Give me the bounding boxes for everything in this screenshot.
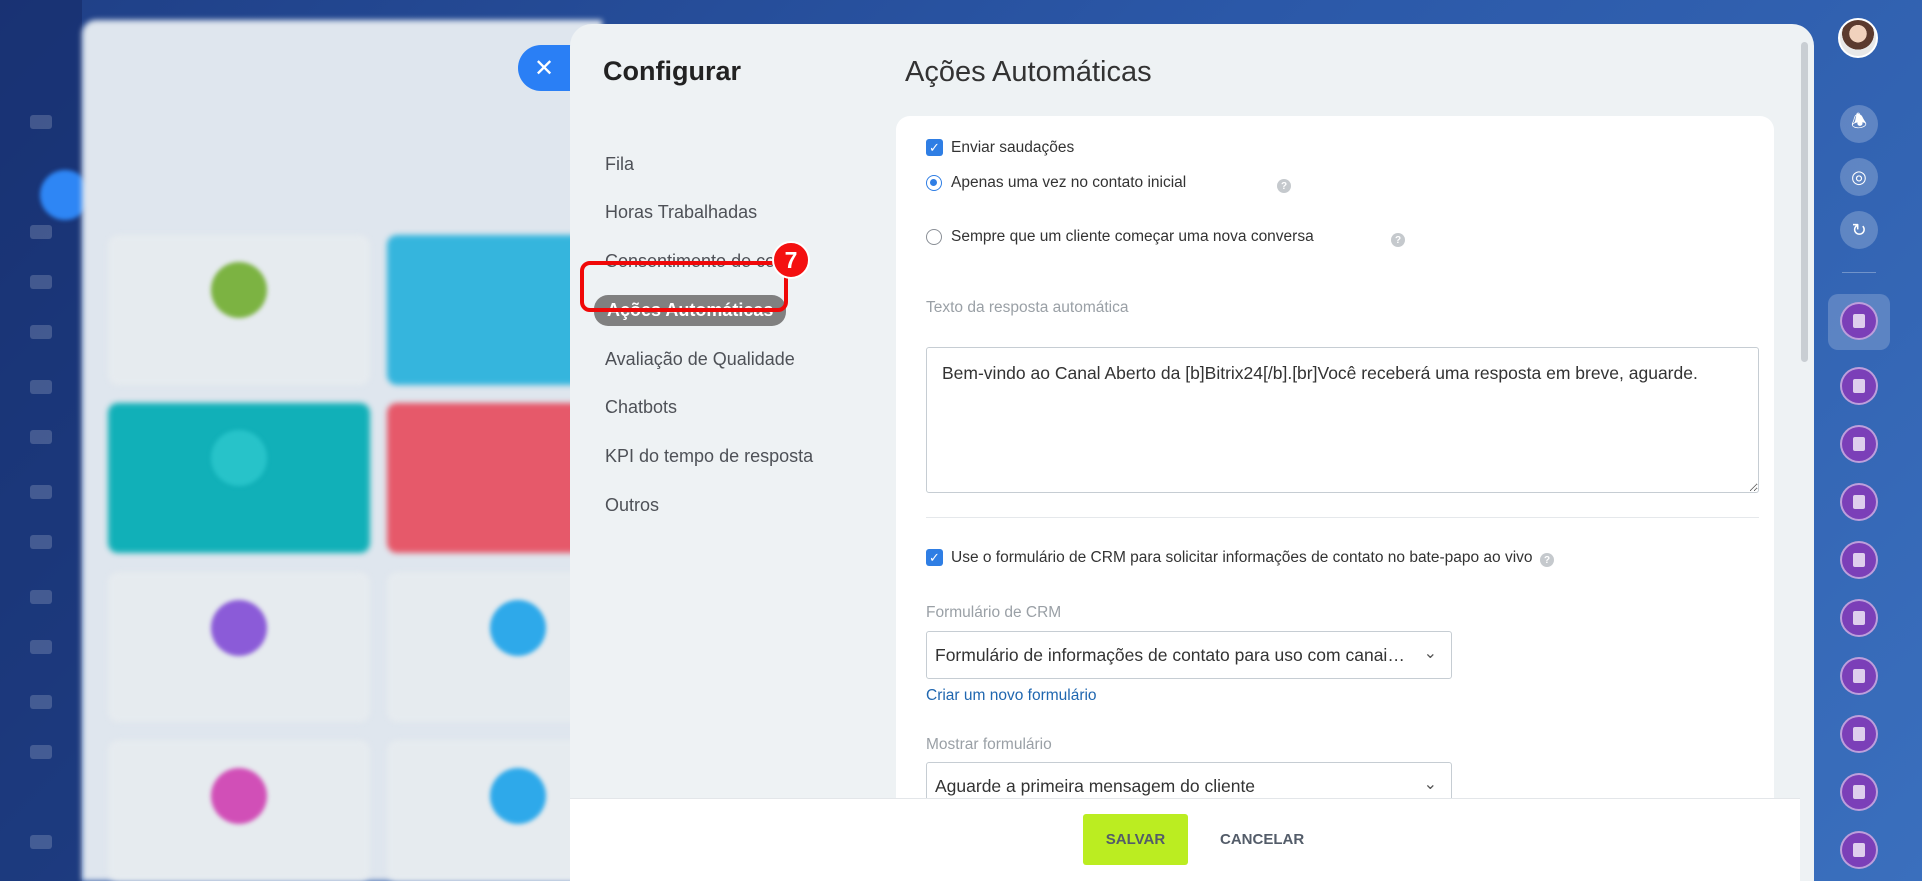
menu-item-horas-trabalhadas[interactable]: Horas Trabalhadas xyxy=(605,202,757,223)
rail-divider xyxy=(1842,272,1876,273)
chat-avatar[interactable] xyxy=(1840,425,1878,463)
chevron-down-icon: ⌄ xyxy=(1423,776,1437,793)
scrollbar[interactable] xyxy=(1801,42,1808,362)
menu-item-chatbots[interactable]: Chatbots xyxy=(605,397,677,418)
background-circle xyxy=(211,262,267,318)
cancel-button[interactable]: CANCELAR xyxy=(1208,814,1316,865)
send-greetings-checkbox[interactable]: ✓ xyxy=(926,139,943,156)
chat-avatar[interactable] xyxy=(1840,483,1878,521)
greeting-once-radio[interactable] xyxy=(926,175,942,191)
auto-reply-textarea[interactable] xyxy=(926,347,1759,493)
help-icon[interactable]: ? xyxy=(1391,233,1405,247)
save-button[interactable]: SALVAR xyxy=(1083,814,1188,865)
footer-bar: SALVAR CANCELAR xyxy=(570,798,1800,881)
background-tile xyxy=(387,572,597,722)
settings-card: ✓ Enviar saudações Apenas uma vez no con… xyxy=(896,116,1774,816)
background-tile xyxy=(387,740,597,881)
background-circle xyxy=(211,430,267,486)
background-tile xyxy=(387,235,597,385)
auto-reply-label: Texto da resposta automática xyxy=(926,299,1129,316)
background-circle xyxy=(211,768,267,824)
target-icon[interactable]: ◎ xyxy=(1840,158,1878,196)
section-divider xyxy=(926,517,1759,518)
chat-avatar[interactable] xyxy=(1840,831,1878,869)
use-crm-form-checkbox[interactable]: ✓ xyxy=(926,549,943,566)
crm-form-select[interactable]: Formulário de informações de contato par… xyxy=(926,631,1452,679)
help-icon[interactable]: ? xyxy=(1540,553,1554,567)
background-left-nav xyxy=(0,0,82,881)
highlight-annotation xyxy=(580,261,788,312)
use-crm-form-label: Use o formulário de CRM para solicitar i… xyxy=(951,549,1533,566)
show-form-value: Aguarde a primeira mensagem do cliente xyxy=(935,775,1256,796)
page-title: Ações Automáticas xyxy=(905,56,1152,88)
menu-item-fila[interactable]: Fila xyxy=(605,154,634,175)
user-avatar[interactable] xyxy=(1838,18,1878,58)
show-form-label: Mostrar formulário xyxy=(926,736,1052,753)
bell-icon[interactable]: 🕭 xyxy=(1840,105,1878,143)
send-greetings-label: Enviar saudações xyxy=(951,139,1075,156)
menu-item-avaliacao-qualidade[interactable]: Avaliação de Qualidade xyxy=(605,349,795,370)
background-circle xyxy=(490,600,546,656)
chat-avatar[interactable] xyxy=(1840,715,1878,753)
settings-slider: Configurar Fila Horas Trabalhadas Consen… xyxy=(570,24,1814,881)
chat-avatar[interactable] xyxy=(1840,541,1878,579)
step-badge: 7 xyxy=(772,241,810,279)
chat-avatar[interactable] xyxy=(1840,773,1878,811)
sidebar-title: Configurar xyxy=(603,56,741,86)
crm-form-value: Formulário de informações de contato par… xyxy=(935,644,1411,665)
background-tile xyxy=(387,403,597,553)
background-circle xyxy=(211,600,267,656)
greeting-always-label: Sempre que um cliente começar uma nova c… xyxy=(951,228,1314,245)
background-circle xyxy=(490,768,546,824)
close-icon: ✕ xyxy=(533,54,555,82)
chat-avatar[interactable] xyxy=(1840,657,1878,695)
greeting-always-radio[interactable] xyxy=(926,229,942,245)
greeting-once-label: Apenas uma vez no contato inicial xyxy=(951,174,1187,191)
menu-item-outros[interactable]: Outros xyxy=(605,495,659,516)
chat-avatar[interactable] xyxy=(1840,367,1878,405)
chat-avatar[interactable] xyxy=(1840,599,1878,637)
menu-item-kpi-tempo-resposta[interactable]: KPI do tempo de resposta xyxy=(605,446,813,467)
crm-form-label: Formulário de CRM xyxy=(926,604,1062,621)
sync-icon[interactable]: ↻ xyxy=(1840,211,1878,249)
chevron-down-icon: ⌄ xyxy=(1423,645,1437,662)
chat-avatar[interactable] xyxy=(1840,302,1878,340)
create-form-link[interactable]: Criar um novo formulário xyxy=(926,687,1097,705)
help-icon[interactable]: ? xyxy=(1277,179,1291,193)
close-slider-button[interactable]: ✕ xyxy=(518,45,576,91)
